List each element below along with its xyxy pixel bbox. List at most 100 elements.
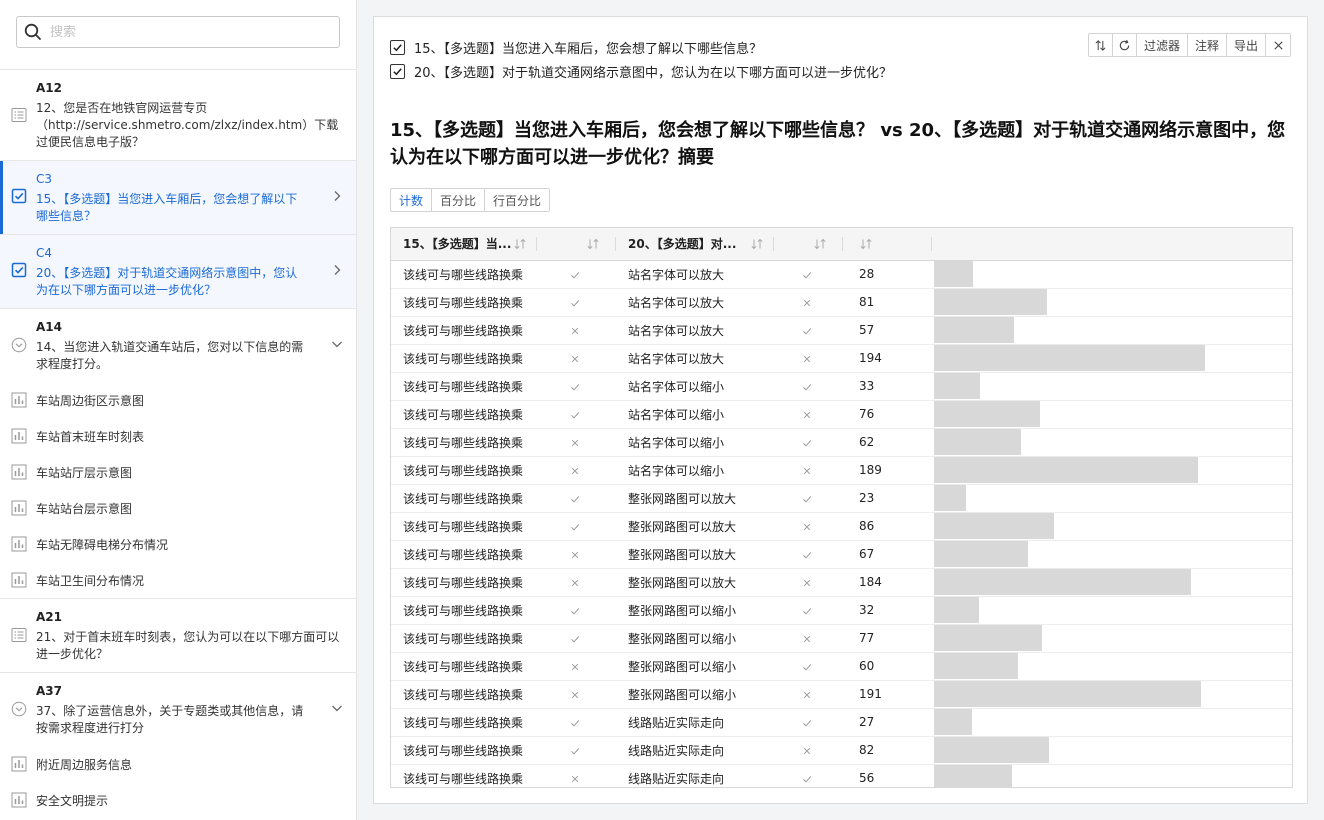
sidebar-item-a21[interactable]: A21 21、对于首末班车时刻表，您认为可以在以下哪方面可以进一步优化？ bbox=[0, 599, 356, 673]
cross-mark-icon bbox=[803, 355, 810, 362]
table-row[interactable]: 该线可与哪些线路换乘 整张网路图可以放大 23 bbox=[391, 484, 1292, 513]
cross-mark-icon bbox=[571, 439, 578, 446]
sidebar-subitem-label: 车站站台层示意图 bbox=[36, 501, 133, 516]
sidebar-subitem[interactable]: 车站卫生间分布情况 bbox=[0, 562, 356, 598]
sort-icon[interactable] bbox=[513, 238, 527, 250]
cell-count: 27 bbox=[843, 708, 932, 737]
bar-chart-icon bbox=[11, 792, 27, 808]
cell-q20-mark bbox=[774, 260, 843, 289]
cell-count: 28 bbox=[843, 260, 932, 289]
cross-mark-icon bbox=[803, 523, 810, 530]
table-row[interactable]: 该线可与哪些线路换乘 线路贴近实际走向 27 bbox=[391, 708, 1292, 737]
col-header-q15-mark[interactable] bbox=[537, 228, 616, 261]
filter-button[interactable]: 过滤器 bbox=[1137, 34, 1188, 56]
table-row[interactable]: 该线可与哪些线路换乘 站名字体可以放大 81 bbox=[391, 288, 1292, 317]
sidebar-item-a37[interactable]: A37 37、除了运营信息外，关于专题类或其他信息，请按需求程度进行打分 bbox=[0, 673, 356, 746]
sidebar-subitem[interactable]: 安全文明提示 bbox=[0, 782, 356, 818]
table-row[interactable]: 该线可与哪些线路换乘 站名字体可以缩小 76 bbox=[391, 400, 1292, 429]
search-input[interactable] bbox=[50, 24, 339, 40]
table-row[interactable]: 该线可与哪些线路换乘 整张网路图可以放大 86 bbox=[391, 512, 1292, 541]
selected-question-row[interactable]: 15、【多选题】当您进入车厢后，您会想了解以下哪些信息？ bbox=[390, 35, 892, 59]
sidebar-subitem[interactable]: 车站首末班车时刻表 bbox=[0, 418, 356, 454]
a14-sublist: 车站周边街区示意图 车站首末班车时刻表 车站站厅层示意图 车站站台层示意图 车站… bbox=[0, 382, 356, 599]
chevron-right-icon[interactable] bbox=[330, 263, 344, 277]
sort-icon[interactable] bbox=[859, 238, 873, 250]
sidebar-subitem[interactable]: 车站站台层示意图 bbox=[0, 490, 356, 526]
count-bar bbox=[934, 261, 973, 287]
table-row[interactable]: 该线可与哪些线路换乘 整张网路图可以缩小 60 bbox=[391, 652, 1292, 681]
list-icon bbox=[11, 108, 27, 122]
chevron-down-icon[interactable] bbox=[330, 337, 344, 351]
table-row[interactable]: 该线可与哪些线路换乘 整张网路图可以放大 184 bbox=[391, 568, 1292, 597]
count-bar bbox=[934, 513, 1054, 539]
checkbox-checked[interactable] bbox=[390, 63, 405, 79]
sort-icon[interactable] bbox=[750, 238, 764, 250]
table-row[interactable]: 该线可与哪些线路换乘 站名字体可以放大 194 bbox=[391, 344, 1292, 373]
sidebar-item-label: 21、对于首末班车时刻表，您认为可以在以下哪方面可以进一步优化？ bbox=[36, 630, 340, 661]
cross-mark-icon bbox=[803, 691, 810, 698]
crosstab-table: 15、【多选题】当... 20、【多选题】对... 该线可与哪些线路换乘 站名字体… bbox=[390, 227, 1293, 788]
cell-bar bbox=[932, 680, 1292, 709]
sidebar-item-a12[interactable]: A12 12、您是否在地铁官网运营专页（http://service.shmet… bbox=[0, 70, 356, 161]
cell-q20-mark bbox=[774, 736, 843, 765]
cell-q20-option: 站名字体可以放大 bbox=[616, 316, 774, 345]
bar-chart-icon bbox=[11, 392, 27, 408]
tab-row-percent[interactable]: 行百分比 bbox=[485, 189, 549, 211]
col-header-count[interactable] bbox=[843, 228, 932, 261]
annotate-button[interactable]: 注释 bbox=[1188, 34, 1227, 56]
tab-count[interactable]: 计数 bbox=[391, 189, 433, 211]
sidebar-subitem[interactable]: 车站站厅层示意图 bbox=[0, 454, 356, 490]
export-button[interactable]: 导出 bbox=[1227, 34, 1266, 56]
table-row[interactable]: 该线可与哪些线路换乘 站名字体可以缩小 62 bbox=[391, 428, 1292, 457]
sidebar-subitem[interactable]: 车站无障碍电梯分布情况 bbox=[0, 526, 356, 562]
sidebar-subitem[interactable]: 车站周边街区示意图 bbox=[0, 382, 356, 418]
check-icon bbox=[393, 43, 402, 51]
cross-mark-icon bbox=[571, 327, 578, 334]
col-header-q20[interactable]: 20、【多选题】对... bbox=[616, 228, 774, 261]
table-row[interactable]: 该线可与哪些线路换乘 站名字体可以放大 28 bbox=[391, 260, 1292, 289]
cell-bar bbox=[932, 708, 1292, 737]
col-header-q20-mark[interactable] bbox=[774, 228, 843, 261]
col-header-q15[interactable]: 15、【多选题】当... bbox=[391, 228, 537, 261]
sort-icon[interactable] bbox=[586, 238, 600, 250]
check-mark-icon bbox=[802, 327, 811, 335]
table-row[interactable]: 该线可与哪些线路换乘 整张网路图可以缩小 32 bbox=[391, 596, 1292, 625]
cell-count: 191 bbox=[843, 680, 932, 709]
cell-bar bbox=[932, 456, 1292, 485]
sidebar-list: A12 12、您是否在地铁官网运营专页（http://service.shmet… bbox=[0, 70, 356, 820]
sidebar-item-code: A14 bbox=[36, 320, 62, 334]
cell-q20-option: 线路贴近实际走向 bbox=[616, 764, 774, 787]
table-row[interactable]: 该线可与哪些线路换乘 线路贴近实际走向 56 bbox=[391, 764, 1292, 787]
table-row[interactable]: 该线可与哪些线路换乘 整张网路图可以缩小 191 bbox=[391, 680, 1292, 709]
sidebar-item-c3[interactable]: C3 15、【多选题】当您进入车厢后，您会想了解以下哪些信息？ bbox=[0, 161, 356, 235]
cell-q15-mark bbox=[537, 316, 616, 345]
chevron-down-icon[interactable] bbox=[330, 701, 344, 715]
cell-q20-mark bbox=[774, 624, 843, 653]
cell-count: 184 bbox=[843, 568, 932, 597]
table-row[interactable]: 该线可与哪些线路换乘 站名字体可以缩小 189 bbox=[391, 456, 1292, 485]
selected-question-row[interactable]: 20、【多选题】对于轨道交通网络示意图中，您认为在以下哪方面可以进一步优化？ bbox=[390, 59, 892, 83]
cell-count: 23 bbox=[843, 484, 932, 513]
table-row[interactable]: 该线可与哪些线路换乘 站名字体可以放大 57 bbox=[391, 316, 1292, 345]
sidebar-subitem[interactable]: 附近周边服务信息 bbox=[0, 746, 356, 782]
table-row[interactable]: 该线可与哪些线路换乘 线路贴近实际走向 82 bbox=[391, 736, 1292, 765]
checkbox-checked[interactable] bbox=[390, 39, 405, 55]
table-row[interactable]: 该线可与哪些线路换乘 整张网路图可以放大 67 bbox=[391, 540, 1292, 569]
swap-button[interactable] bbox=[1089, 34, 1113, 56]
cell-bar bbox=[932, 484, 1292, 513]
cell-q20-option: 站名字体可以缩小 bbox=[616, 372, 774, 401]
cell-q20-option: 整张网路图可以缩小 bbox=[616, 680, 774, 709]
tab-percent[interactable]: 百分比 bbox=[432, 189, 486, 211]
table-row[interactable]: 该线可与哪些线路换乘 站名字体可以缩小 33 bbox=[391, 372, 1292, 401]
cell-q15-option: 该线可与哪些线路换乘 bbox=[391, 372, 537, 401]
search-box[interactable] bbox=[16, 16, 340, 48]
close-button[interactable] bbox=[1266, 34, 1290, 56]
chevron-right-icon[interactable] bbox=[330, 189, 344, 203]
check-mark-icon bbox=[802, 439, 811, 447]
selected-question-label: 15、【多选题】当您进入车厢后，您会想了解以下哪些信息？ bbox=[414, 41, 763, 57]
table-row[interactable]: 该线可与哪些线路换乘 整张网路图可以缩小 77 bbox=[391, 624, 1292, 653]
sidebar-item-c4[interactable]: C4 20、【多选题】对于轨道交通网络示意图中，您认为在以下哪方面可以进一步优化… bbox=[0, 235, 356, 309]
sort-icon[interactable] bbox=[813, 238, 827, 250]
sidebar-item-a14[interactable]: A14 14、当您进入轨道交通车站后，您对以下信息的需求程度打分。 bbox=[0, 309, 356, 382]
refresh-button[interactable] bbox=[1113, 34, 1137, 56]
